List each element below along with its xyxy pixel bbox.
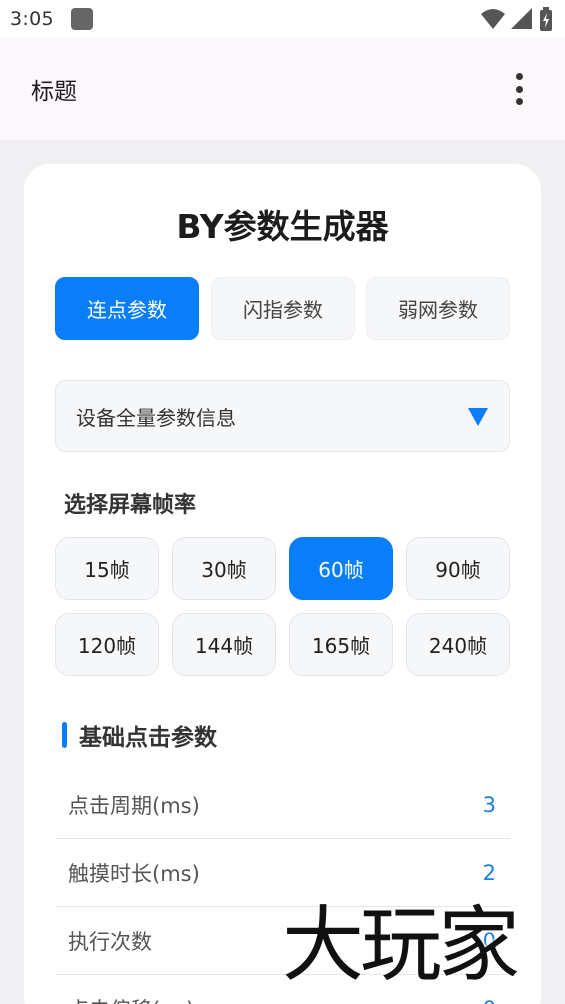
wifi-icon	[481, 9, 505, 29]
fps-option-165[interactable]: 165帧	[289, 613, 393, 676]
more-vert-icon[interactable]	[511, 73, 527, 105]
param-label: 点击周期(ms)	[68, 793, 200, 818]
fps-option-90[interactable]: 90帧	[406, 537, 510, 600]
device-params-dropdown[interactable]: 设备全量参数信息	[55, 380, 510, 452]
tab-flash-finger[interactable]: 闪指参数	[211, 277, 355, 340]
section-accent-bar	[62, 722, 67, 748]
fps-option-15[interactable]: 15帧	[55, 537, 159, 600]
param-label: 点击偏移(px)	[68, 994, 194, 1004]
app-notification-icon	[70, 8, 93, 30]
watermark-logo: 大玩家	[282, 898, 520, 993]
param-row-click-period[interactable]: 点击周期(ms) 3	[55, 771, 510, 839]
signal-icon	[511, 8, 532, 29]
app-bar: 标题	[0, 38, 565, 140]
basic-params-title: 基础点击参数	[79, 725, 217, 751]
battery-icon	[540, 7, 552, 31]
fps-section-label: 选择屏幕帧率	[64, 493, 197, 518]
basic-params-heading: 基础点击参数	[62, 718, 217, 752]
status-icons	[481, 7, 553, 31]
fps-option-60[interactable]: 60帧	[289, 537, 393, 600]
status-time: 3:05	[10, 8, 54, 30]
param-row-touch-duration[interactable]: 触摸时长(ms) 2	[55, 839, 510, 907]
card-title: BY参数生成器	[176, 207, 389, 246]
app-bar-title: 标题	[31, 79, 77, 105]
param-value[interactable]: 3	[483, 793, 496, 817]
param-value[interactable]: 0	[483, 997, 496, 1004]
status-bar: 3:05	[0, 0, 565, 38]
param-label: 执行次数	[68, 929, 152, 954]
tab-weak-network[interactable]: 弱网参数	[366, 277, 510, 340]
fps-option-144[interactable]: 144帧	[172, 613, 276, 676]
fps-option-240[interactable]: 240帧	[406, 613, 510, 676]
param-value[interactable]: 2	[483, 861, 496, 885]
dropdown-value: 设备全量参数信息	[76, 405, 236, 430]
fps-option-30[interactable]: 30帧	[172, 537, 276, 600]
fps-option-120[interactable]: 120帧	[55, 613, 159, 676]
param-label: 触摸时长(ms)	[68, 861, 200, 886]
tab-burst-click[interactable]: 连点参数	[55, 277, 199, 340]
triangle-down-icon	[468, 408, 488, 426]
